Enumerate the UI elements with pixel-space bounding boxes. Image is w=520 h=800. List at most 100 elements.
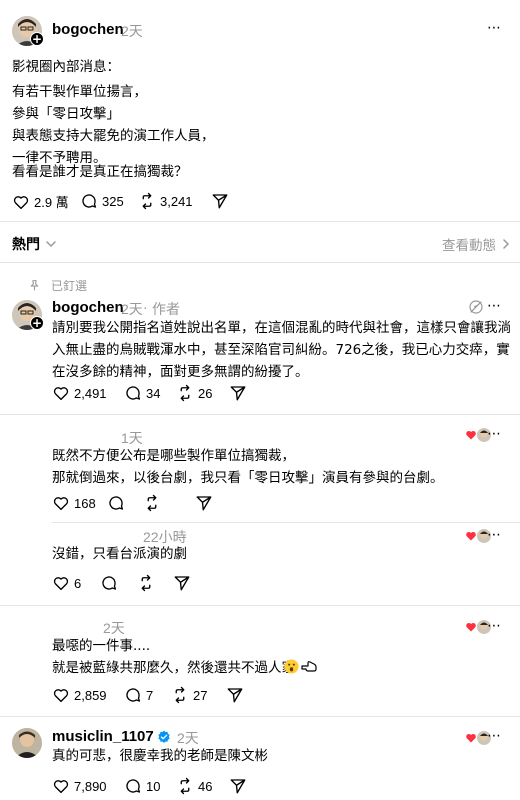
pinned-indicator: 已釘選 — [28, 277, 87, 294]
sort-label: 熱門 — [12, 237, 40, 253]
red-heart-icon — [466, 622, 476, 632]
heart-icon — [13, 195, 29, 209]
like-count: 2,859 — [74, 687, 107, 703]
repost-count: 3,241 — [160, 193, 193, 209]
repost-button[interactable]: 27 — [171, 686, 207, 704]
more-options-icon[interactable]: ⋯ — [487, 527, 502, 543]
share-icon — [196, 496, 212, 511]
author-tag: 作者 — [152, 301, 180, 317]
repost-icon — [180, 384, 190, 402]
pin-icon — [30, 280, 39, 291]
share-icon — [230, 386, 246, 401]
heart-icon — [53, 387, 69, 401]
more-options-icon[interactable]: ⋯ — [487, 618, 502, 634]
red-heart-icon — [466, 430, 476, 440]
reply-text: 沒錯，只看台派演的劇 — [52, 546, 187, 562]
share-button[interactable] — [211, 192, 229, 210]
like-count: 2,491 — [74, 385, 107, 401]
more-options-icon[interactable]: ⋯ — [487, 298, 502, 314]
share-icon — [212, 194, 228, 209]
reply-text: 請別要我公開指名道姓說出名單，在這個混亂的時代與社會，這樣只會讓我淌入無止盡的烏… — [52, 320, 511, 380]
comment-button[interactable]: 325 — [80, 192, 124, 210]
share-button[interactable] — [226, 686, 244, 704]
heart-icon — [53, 497, 69, 511]
like-count: 6 — [74, 575, 82, 591]
share-button[interactable] — [229, 777, 247, 795]
like-button[interactable]: 6 — [52, 574, 81, 592]
view-activity-link[interactable]: 查看動態 — [442, 234, 512, 254]
like-count: 2.9 萬 — [34, 195, 69, 210]
reply-text: 既然不方便公布是哪些製作單位搞獨裁， 那就倒過來，以後台劇，我只看「零日攻擊」演… — [52, 448, 444, 486]
comment-button[interactable]: 10 — [124, 777, 160, 795]
repost-count: 46 — [198, 778, 213, 794]
sort-dropdown[interactable]: 熱門 — [12, 234, 57, 254]
more-options-icon[interactable]: ⋯ — [487, 426, 502, 442]
repost-icon — [141, 574, 151, 592]
heart-icon — [53, 689, 69, 703]
share-button[interactable] — [173, 574, 191, 592]
view-activity-label: 查看動態 — [442, 238, 496, 254]
comment-icon — [102, 576, 117, 590]
follow-plus-icon[interactable]: + — [30, 32, 44, 46]
share-button[interactable] — [195, 494, 213, 512]
reply-text: 真的可悲，很慶幸我的老師是陳文彬 — [52, 748, 268, 764]
post-text-question: 看看是誰才是真正在搞獨裁？ — [12, 164, 188, 180]
comment-count: 7 — [146, 687, 154, 703]
reply-text: 最噁的一件事.... 就是被藍綠共那麼久，然後還共不過人家 — [52, 638, 295, 676]
like-button[interactable]: 2,859 — [52, 686, 107, 704]
comment-count: 325 — [102, 193, 124, 209]
repost-button[interactable]: 46 — [176, 777, 212, 795]
share-button[interactable] — [229, 384, 247, 402]
comment-icon — [109, 496, 124, 510]
repost-button[interactable]: 26 — [176, 384, 212, 402]
reply-username[interactable]: bogochen — [52, 299, 124, 316]
divider — [0, 221, 520, 222]
repost-icon — [175, 686, 185, 704]
repost-button[interactable]: 3,241 — [138, 192, 193, 210]
follow-plus-icon[interactable]: + — [30, 316, 44, 330]
heart-icon — [53, 577, 69, 591]
post-text-paragraph: 有若干製作單位揚言， 參與「零日攻擊」 與表態支持大罷免的演工作人員， 一律不予… — [12, 84, 215, 166]
like-button[interactable]: 168 — [52, 494, 96, 512]
post-text-line-1: 影視圈內部消息： — [12, 59, 120, 75]
comment-button[interactable] — [107, 494, 125, 512]
reply-time: 2天 — [121, 301, 143, 317]
more-options-icon[interactable]: ⋯ — [487, 728, 502, 744]
share-icon — [174, 576, 190, 591]
comment-count: 10 — [146, 778, 161, 794]
comment-icon — [126, 386, 141, 400]
repost-icon — [147, 494, 157, 512]
like-button[interactable]: 2.9 萬 — [12, 192, 69, 211]
red-heart-icon — [466, 733, 476, 743]
avatar-image — [12, 728, 42, 758]
repost-icon — [142, 192, 152, 210]
reply-username[interactable]: musiclin_1107 — [52, 728, 154, 745]
comment-button[interactable]: 7 — [124, 686, 153, 704]
comment-icon — [82, 194, 97, 208]
share-icon — [227, 688, 243, 703]
author-separator: · — [143, 299, 148, 315]
heart-icon — [53, 780, 69, 794]
divider — [0, 716, 520, 717]
comment-button[interactable]: 34 — [124, 384, 160, 402]
thread-divider — [52, 522, 520, 523]
avatar[interactable] — [12, 728, 42, 758]
like-button[interactable]: 7,890 — [52, 777, 107, 795]
unpin-icon[interactable] — [468, 299, 484, 319]
like-button[interactable]: 2,491 — [52, 384, 107, 402]
repost-count: 26 — [198, 385, 213, 401]
post-username[interactable]: bogochen — [52, 21, 124, 38]
chevron-right-icon — [503, 239, 510, 249]
chevron-down-icon — [46, 241, 56, 248]
red-heart-icon — [466, 531, 476, 541]
comment-button[interactable] — [100, 574, 118, 592]
repost-button[interactable] — [143, 494, 161, 512]
more-options-icon[interactable]: ⋯ — [487, 20, 502, 36]
pinned-label: 已釘選 — [51, 279, 88, 293]
like-count: 168 — [74, 495, 96, 511]
repost-button[interactable] — [137, 574, 155, 592]
share-icon — [230, 779, 246, 794]
repost-count: 27 — [193, 687, 208, 703]
comment-icon — [126, 688, 141, 702]
divider — [0, 605, 520, 606]
